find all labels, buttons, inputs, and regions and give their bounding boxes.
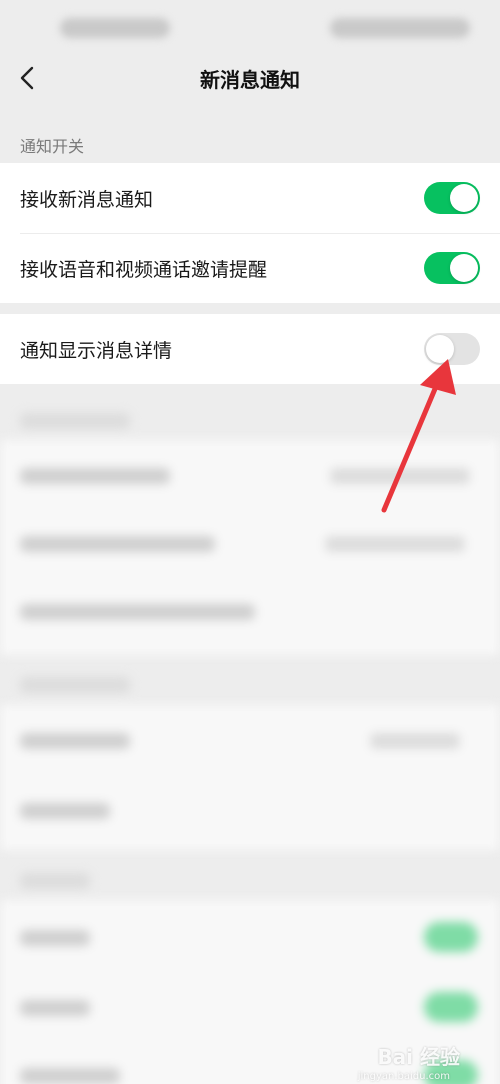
setting-row-receive-call-invites[interactable]: 接收语音和视频通话邀请提醒 xyxy=(0,233,500,303)
receive-call-invites-toggle[interactable] xyxy=(424,252,480,284)
blurred-section-label xyxy=(20,873,90,889)
setting-label: 接收新消息通知 xyxy=(20,189,154,211)
toggle-knob xyxy=(450,254,478,282)
status-icons-blurred xyxy=(330,18,470,38)
blurred-group xyxy=(0,705,500,850)
annotation-arrow-icon xyxy=(381,359,456,513)
watermark-url: jingyan.baidu.com xyxy=(357,1071,450,1082)
setting-label: 通知显示消息详情 xyxy=(20,340,173,362)
watermark-logo: Bai 经验 xyxy=(377,1045,460,1069)
toggle-knob xyxy=(450,184,478,212)
settings-page: 新消息通知 通知开关 接收新消息通知 接收语音和视频通话邀请提醒 通知显示消息详… xyxy=(0,0,500,1084)
page-title: 新消息通知 xyxy=(200,68,300,92)
status-time-blurred xyxy=(60,18,170,38)
receive-new-messages-toggle[interactable] xyxy=(424,182,480,214)
blurred-section-label xyxy=(20,677,130,693)
setting-label: 接收语音和视频通话邀请提醒 xyxy=(20,259,268,281)
notification-switch-group: 接收新消息通知 接收语音和视频通话邀请提醒 xyxy=(0,163,500,303)
status-bar xyxy=(0,0,500,50)
nav-header: 新消息通知 xyxy=(0,50,500,106)
section-label-notification-switch: 通知开关 xyxy=(20,137,85,156)
setting-row-receive-new-messages[interactable]: 接收新消息通知 xyxy=(0,163,500,233)
blurred-section-label xyxy=(20,413,130,429)
